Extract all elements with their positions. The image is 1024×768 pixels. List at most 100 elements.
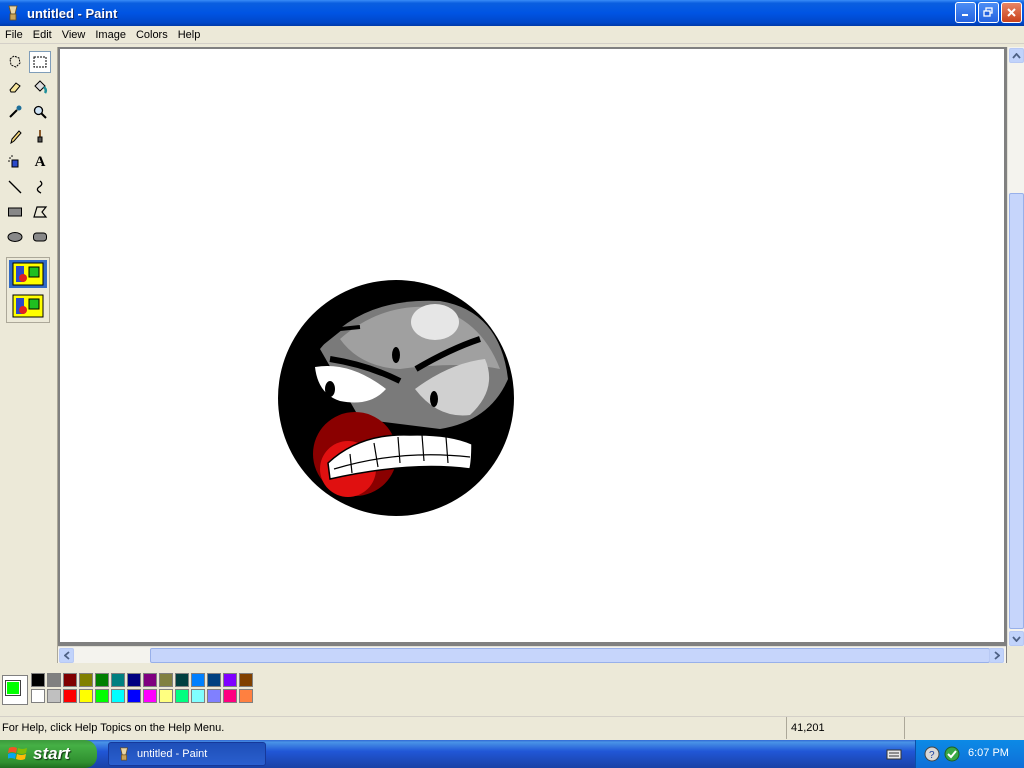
palette-swatch[interactable] xyxy=(159,689,173,703)
minimize-button[interactable] xyxy=(955,2,976,23)
close-button[interactable] xyxy=(1001,2,1022,23)
curve-tool[interactable] xyxy=(29,176,51,198)
menu-edit[interactable]: Edit xyxy=(28,29,57,41)
restore-button[interactable] xyxy=(978,2,999,23)
palette-swatch[interactable] xyxy=(111,689,125,703)
keyboard-icon[interactable] xyxy=(886,747,902,761)
pencil-tool[interactable] xyxy=(4,126,26,148)
palette-swatch[interactable] xyxy=(127,689,141,703)
menu-file[interactable]: File xyxy=(0,29,28,41)
palette-swatch[interactable] xyxy=(63,689,77,703)
palette-swatch[interactable] xyxy=(31,673,45,687)
help-tray-icon[interactable]: ? xyxy=(924,746,940,762)
text-tool[interactable]: A xyxy=(29,151,51,173)
foreground-color xyxy=(5,680,21,696)
chevron-up-icon xyxy=(1012,52,1021,59)
system-tray: ? 6:07 PM xyxy=(915,740,1024,768)
opaque-shapes-icon xyxy=(12,262,44,286)
polygon-tool[interactable] xyxy=(29,201,51,223)
eraser-tool[interactable] xyxy=(4,76,26,98)
brush-tool[interactable] xyxy=(29,126,51,148)
transparent-shapes-icon xyxy=(12,294,44,318)
palette-swatch[interactable] xyxy=(127,673,141,687)
drawing-canvas[interactable] xyxy=(60,49,1004,642)
free-form-select-tool[interactable] xyxy=(4,51,26,73)
airbrush-tool[interactable] xyxy=(4,151,26,173)
status-coordinates: 41,201 xyxy=(786,717,903,739)
menu-view[interactable]: View xyxy=(57,29,91,41)
network-tray-icon[interactable] xyxy=(944,746,960,762)
close-icon xyxy=(1007,8,1016,17)
palette-swatch[interactable] xyxy=(239,689,253,703)
magnifier-icon xyxy=(33,105,47,119)
palette-swatch[interactable] xyxy=(47,689,61,703)
palette-swatch[interactable] xyxy=(143,689,157,703)
tool-options-box xyxy=(6,257,50,323)
palette-swatch[interactable] xyxy=(191,689,205,703)
ellipse-icon xyxy=(7,232,23,242)
scroll-left-button[interactable] xyxy=(59,648,74,663)
palette-swatch[interactable] xyxy=(207,673,221,687)
scroll-corner xyxy=(1007,646,1024,663)
paint-app-icon xyxy=(120,747,128,761)
rounded-rect-tool[interactable] xyxy=(29,226,51,248)
palette-swatch[interactable] xyxy=(223,689,237,703)
rounded-rect-icon xyxy=(33,232,47,242)
taskbar-item-label: untitled - Paint xyxy=(137,748,208,760)
start-label: start xyxy=(33,744,70,763)
palette-swatch[interactable] xyxy=(191,673,205,687)
menu-image[interactable]: Image xyxy=(90,29,131,41)
horizontal-scroll-thumb[interactable] xyxy=(150,648,990,663)
rect-select-tool[interactable] xyxy=(29,51,51,73)
scroll-right-button[interactable] xyxy=(989,648,1004,663)
palette-swatch[interactable] xyxy=(111,673,125,687)
fill-icon xyxy=(34,80,48,94)
magnifier-tool[interactable] xyxy=(29,101,51,123)
scroll-up-button[interactable] xyxy=(1009,48,1024,63)
palette-swatch[interactable] xyxy=(223,673,237,687)
palette-swatch[interactable] xyxy=(143,673,157,687)
vertical-scroll-thumb[interactable] xyxy=(1009,193,1024,629)
palette-swatch[interactable] xyxy=(159,673,173,687)
status-bar: For Help, click Help Topics on the Help … xyxy=(0,716,1024,740)
line-tool[interactable] xyxy=(4,176,26,198)
transparent-option[interactable] xyxy=(9,292,47,320)
palette-swatch[interactable] xyxy=(79,689,93,703)
svg-text:?: ? xyxy=(929,750,935,761)
vertical-scrollbar[interactable] xyxy=(1007,47,1024,647)
scroll-down-button[interactable] xyxy=(1009,631,1024,646)
color-picker-tool[interactable] xyxy=(4,101,26,123)
palette-swatch[interactable] xyxy=(207,689,221,703)
pencil-icon xyxy=(10,130,22,145)
palette-swatch[interactable] xyxy=(175,673,189,687)
taskbar-item-paint[interactable]: untitled - Paint xyxy=(108,742,266,766)
ellipse-tool[interactable] xyxy=(4,226,26,248)
palette-swatch[interactable] xyxy=(239,673,253,687)
menu-bar: File Edit View Image Colors Help xyxy=(0,26,1024,44)
chevron-down-icon xyxy=(1012,635,1021,642)
canvas-area xyxy=(57,47,1024,663)
palette-swatch[interactable] xyxy=(95,673,109,687)
title-bar: untitled - Paint xyxy=(0,0,1024,26)
palette-swatch[interactable] xyxy=(95,689,109,703)
opaque-option[interactable] xyxy=(9,260,47,288)
windows-logo-icon xyxy=(8,747,27,760)
horizontal-scrollbar[interactable] xyxy=(58,646,1006,663)
paint-app-icon xyxy=(8,5,18,21)
palette-swatch[interactable] xyxy=(47,673,61,687)
menu-colors[interactable]: Colors xyxy=(131,29,173,41)
rectangle-tool[interactable] xyxy=(4,201,26,223)
palette-swatch[interactable] xyxy=(175,689,189,703)
clock: 6:07 PM xyxy=(968,747,1009,759)
start-button[interactable]: start xyxy=(0,740,97,768)
polygon-icon xyxy=(33,206,48,218)
color-palette xyxy=(0,670,1024,710)
palette-swatch[interactable] xyxy=(79,673,93,687)
current-colors[interactable] xyxy=(2,675,28,705)
menu-help[interactable]: Help xyxy=(173,29,206,41)
airbrush-icon xyxy=(8,155,19,168)
palette-swatch[interactable] xyxy=(63,673,77,687)
fill-tool[interactable] xyxy=(29,76,51,98)
rectangle-icon xyxy=(8,207,22,217)
palette-swatch[interactable] xyxy=(31,689,45,703)
